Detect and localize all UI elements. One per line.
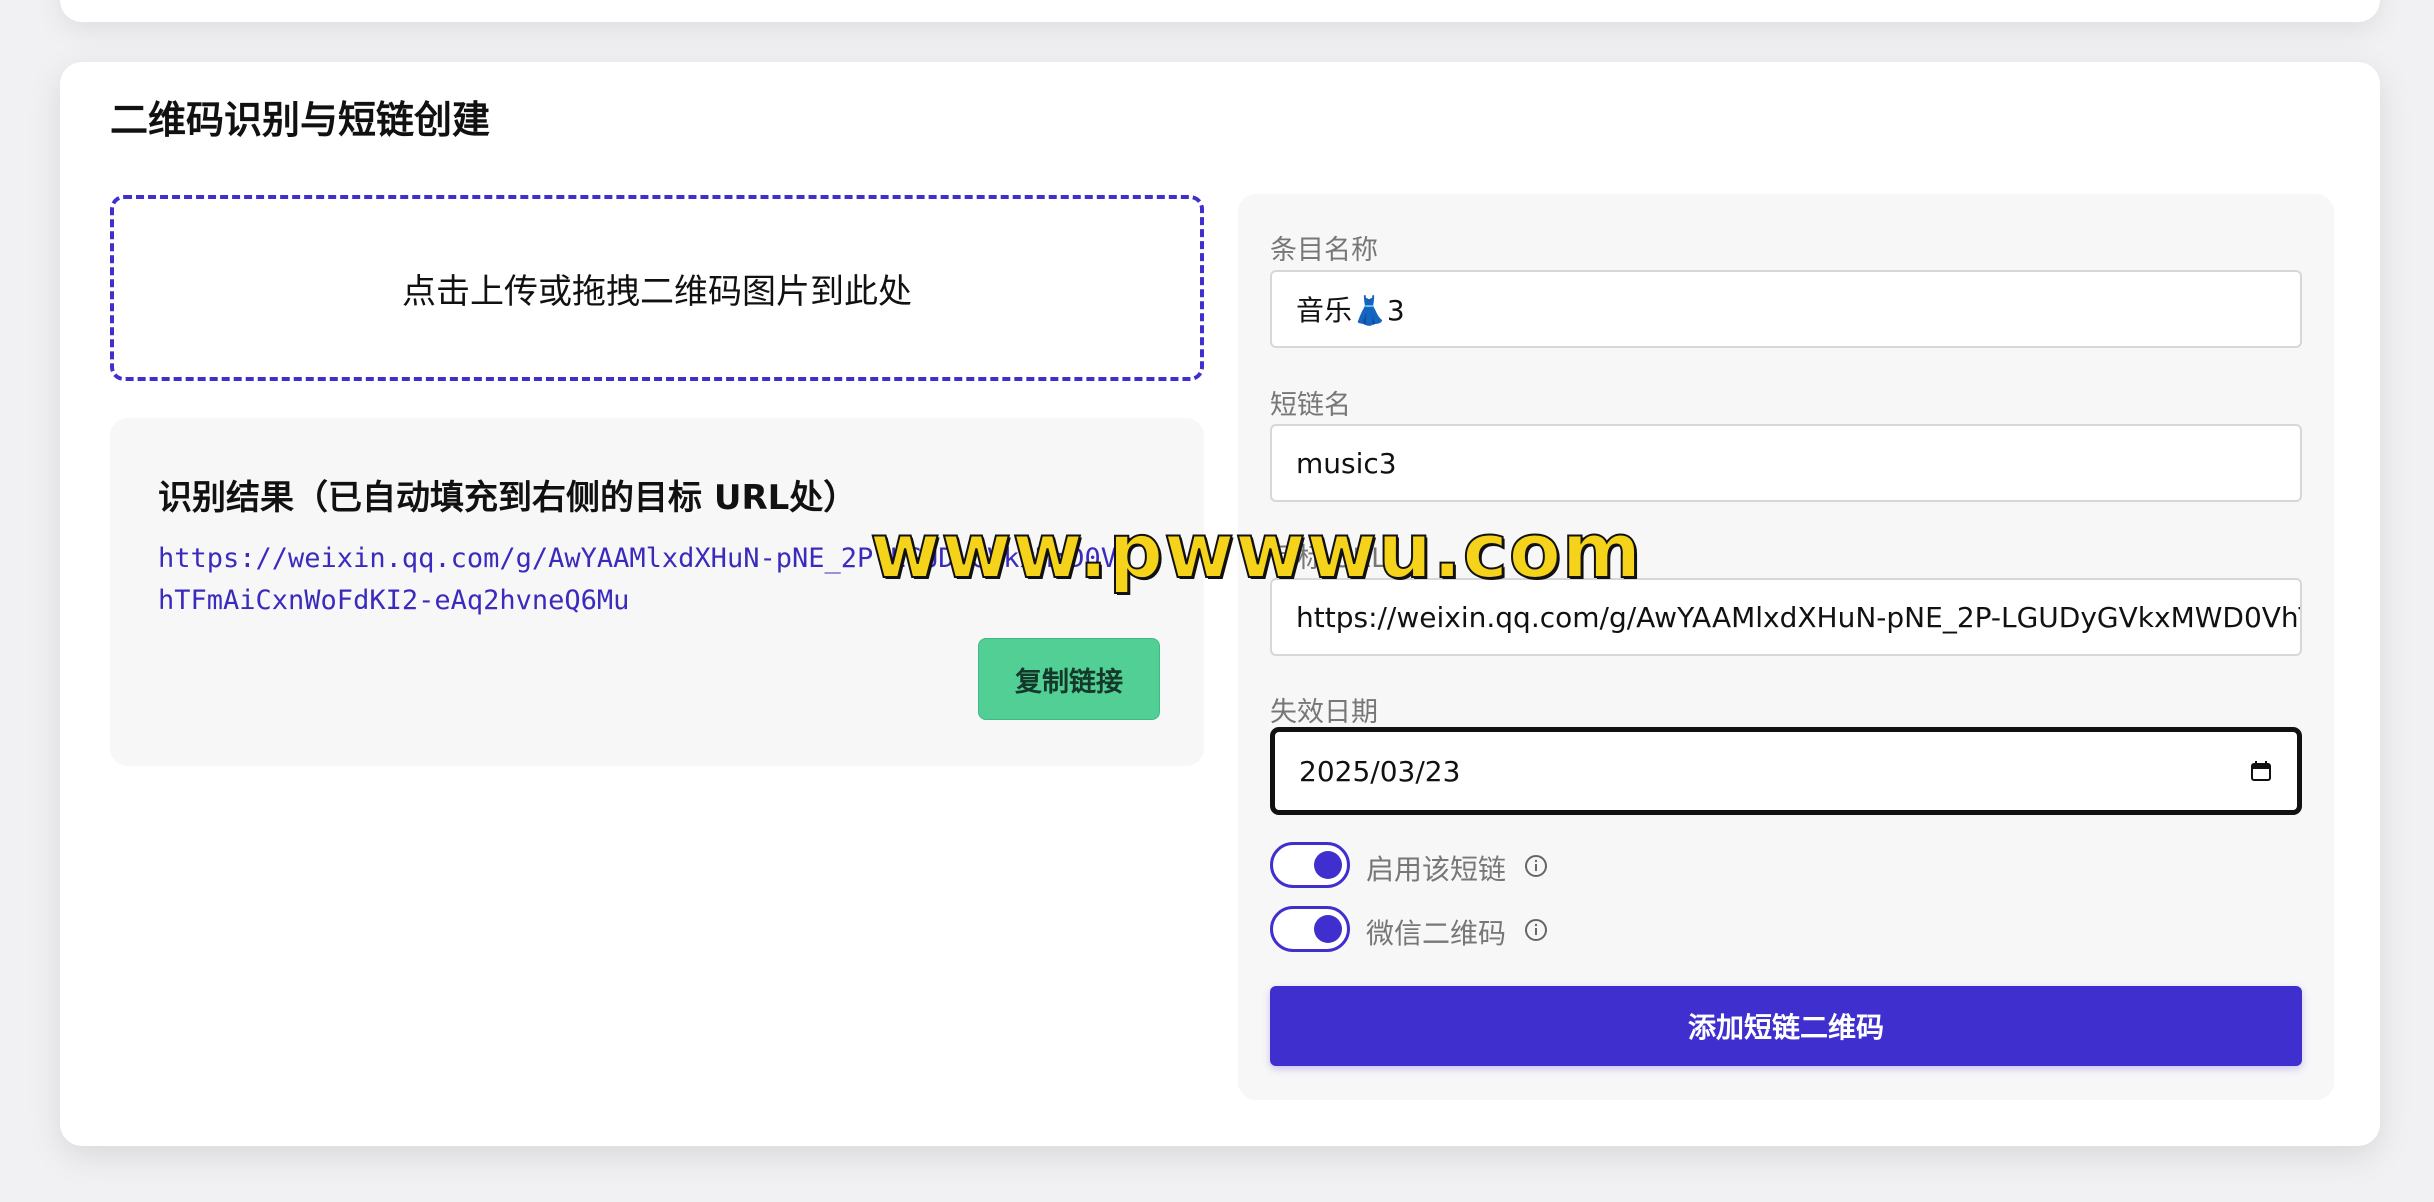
expiry-date-label: 失效日期 [1270,697,1378,728]
enable-short-link-toggle[interactable] [1270,842,1350,888]
expiry-date-input[interactable]: 2025/03/23 [1270,727,2302,815]
short-name-input[interactable]: music3 [1270,424,2302,502]
info-icon[interactable] [1524,854,1548,878]
watermark: www.pwwwu.com [869,505,1643,596]
upload-zone[interactable]: 点击上传或拖拽二维码图片到此处 [110,195,1204,381]
wechat-qr-toggle[interactable] [1270,906,1350,952]
result-title: 识别结果（已自动填充到右侧的目标 URL处） [158,478,858,518]
calendar-icon[interactable] [2249,759,2273,783]
add-short-link-qr-button[interactable]: 添加短链二维码 [1270,986,2302,1066]
entry-name-label: 条目名称 [1270,235,1378,266]
toggle-knob [1314,851,1342,879]
copy-link-button[interactable]: 复制链接 [978,638,1160,720]
wechat-qr-label: 微信二维码 [1366,917,1507,950]
expiry-date-value: 2025/03/23 [1299,754,1461,788]
enable-short-link-label: 启用该短链 [1366,853,1507,886]
toggle-knob [1314,915,1342,943]
info-icon[interactable] [1524,918,1548,942]
short-name-label: 短链名 [1270,390,1351,421]
page-title: 二维码识别与短链创建 [110,98,491,142]
top-card [60,0,2380,22]
upload-prompt: 点击上传或拖拽二维码图片到此处 [402,271,912,312]
entry-name-input[interactable]: 音乐👗3 [1270,270,2302,348]
